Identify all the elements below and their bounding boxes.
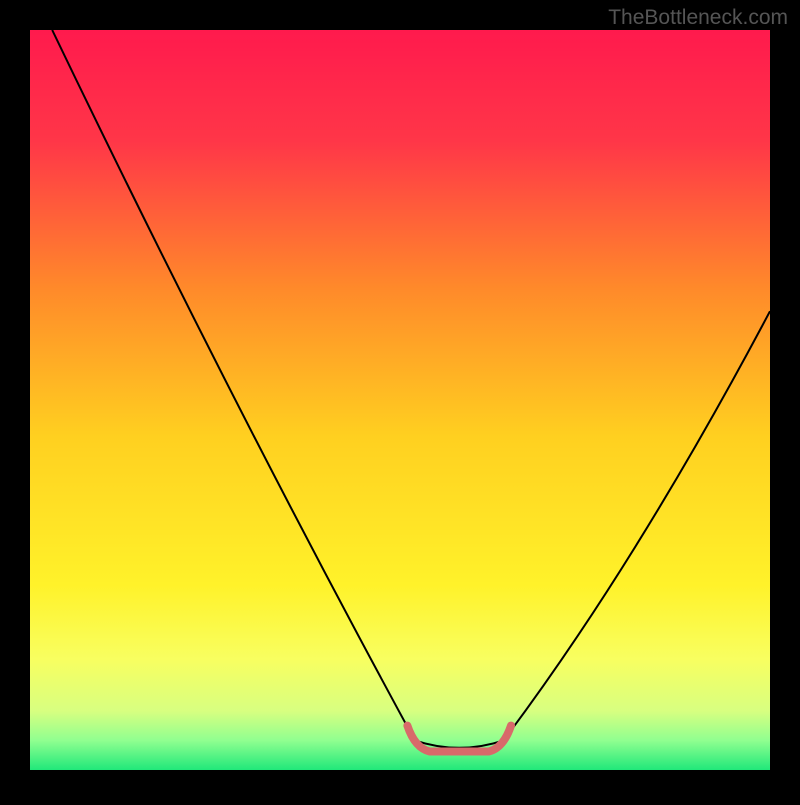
plot-background (30, 30, 770, 770)
chart-svg (0, 0, 800, 800)
chart-container (0, 0, 800, 800)
watermark-text: TheBottleneck.com (608, 6, 788, 30)
